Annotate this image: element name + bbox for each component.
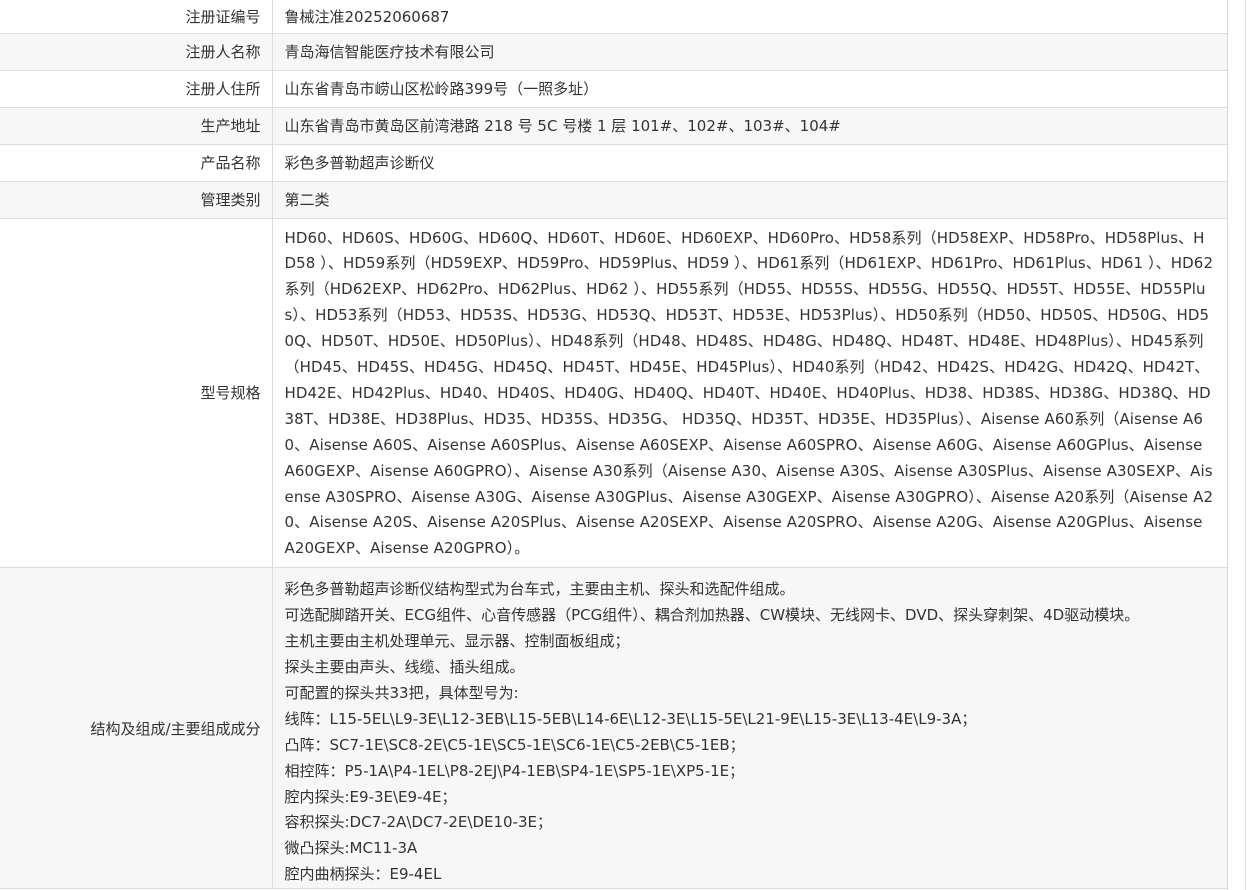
- table-row-registration-number: 注册证编号 鲁械注准20252060687: [0, 0, 1227, 34]
- table-row-model-spec: 型号规格 HD60、HD60S、HD60G、HD60Q、HD60T、HD60E、…: [0, 218, 1227, 569]
- table-row-registrant-name: 注册人名称 青岛海信智能医疗技术有限公司: [0, 33, 1227, 71]
- model-spec-text: HD60、HD60S、HD60G、HD60Q、HD60T、HD60E、HD60E…: [284, 228, 1214, 558]
- registration-info-table: 注册证编号 鲁械注准20252060687 注册人名称 青岛海信智能医疗技术有限…: [0, 0, 1227, 890]
- row-label: 生产地址: [0, 107, 273, 145]
- structure-line: 腔内曲柄探头：E9-4EL: [284, 865, 442, 884]
- structure-line: 探头主要由声头、线缆、插头组成。: [284, 658, 525, 676]
- structure-line: 凸阵：SC7-1E\SC8-2E\C5-1E\SC5-1E\SC6-1E\C5-…: [284, 735, 745, 754]
- structure-line: 可选配脚踏开关、ECG组件、心音传感器（PCG组件）、耦合剂加热器、CW模块、无…: [284, 606, 1140, 625]
- table-row-management-category: 管理类别 第二类: [0, 181, 1227, 219]
- window-scrollbar[interactable]: [1228, 0, 1250, 890]
- structure-line: 微凸探头:MC11-3A: [284, 839, 418, 858]
- row-label: 型号规格: [0, 218, 273, 569]
- structure-line: 主机主要由主机处理单元、显示器、控制面板组成；: [284, 632, 630, 651]
- row-value: 彩色多普勒超声诊断仪结构型式为台车式，主要由主机、探头和选配件组成。 可选配脚踏…: [272, 567, 1227, 890]
- structure-line: 彩色多普勒超声诊断仪结构型式为台车式，主要由主机、探头和选配件组成。: [284, 580, 795, 599]
- row-label: 结构及组成/主要组成成分: [0, 567, 273, 890]
- row-value: 山东省青岛市崂山区松岭路399号（一照多址）: [272, 70, 1227, 108]
- table-row-registrant-address: 注册人住所 山东省青岛市崂山区松岭路399号（一照多址）: [0, 70, 1227, 108]
- row-value: 鲁械注准20252060687: [272, 0, 1227, 34]
- row-label: 注册证编号: [0, 0, 273, 34]
- table-row-structure: 结构及组成/主要组成成分 彩色多普勒超声诊断仪结构型式为台车式，主要由主机、探头…: [0, 567, 1227, 890]
- structure-line: 相控阵：P5-1A\P4-1EL\P8-2EJ\P4-1EB\SP4-1E\SP…: [284, 761, 745, 780]
- row-label: 管理类别: [0, 181, 273, 219]
- scrollbar-track[interactable]: [1245, 0, 1246, 890]
- row-label: 产品名称: [0, 144, 273, 182]
- structure-line: 容积探头:DC7-2A\DC7-2E\DE10-3E；: [284, 813, 553, 832]
- row-value: 第二类: [272, 181, 1227, 219]
- structure-line: 线阵：L15-5EL\L9-3E\L12-3EB\L15-5EB\L14-6E\…: [284, 709, 977, 728]
- structure-line: 腔内探头:E9-3E\E9-4E；: [284, 787, 457, 806]
- table-row-production-address: 生产地址 山东省青岛市黄岛区前湾港路 218 号 5C 号楼 1 层 101#、…: [0, 107, 1227, 145]
- row-value: 彩色多普勒超声诊断仪: [272, 144, 1227, 182]
- row-label: 注册人住所: [0, 70, 273, 108]
- row-label: 注册人名称: [0, 33, 273, 71]
- row-value: HD60、HD60S、HD60G、HD60Q、HD60T、HD60E、HD60E…: [272, 218, 1227, 569]
- structure-line: 可配置的探头共33把，具体型号为:: [284, 683, 519, 702]
- table-row-product-name: 产品名称 彩色多普勒超声诊断仪: [0, 144, 1227, 182]
- row-value: 青岛海信智能医疗技术有限公司: [272, 33, 1227, 71]
- row-value: 山东省青岛市黄岛区前湾港路 218 号 5C 号楼 1 层 101#、102#、…: [272, 107, 1227, 145]
- registration-detail-panel: 注册证编号 鲁械注准20252060687 注册人名称 青岛海信智能医疗技术有限…: [0, 0, 1228, 890]
- structure-text: 彩色多普勒超声诊断仪结构型式为台车式，主要由主机、探头和选配件组成。 可选配脚踏…: [285, 568, 1216, 888]
